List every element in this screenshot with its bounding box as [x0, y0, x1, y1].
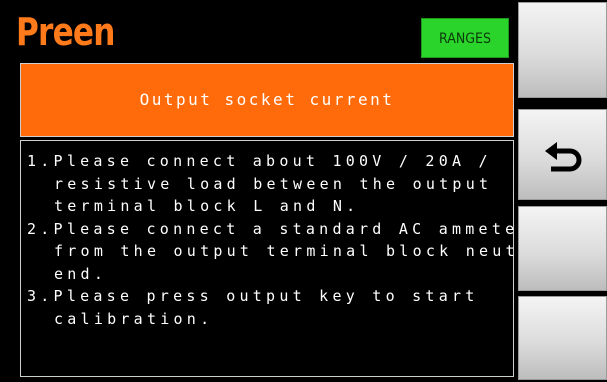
instruction-line: end. [54, 264, 108, 283]
instruction-line: terminal block L and N. [54, 197, 360, 215]
back-arrow-icon [545, 142, 582, 172]
softkey-4-button[interactable] [518, 296, 607, 380]
instruction-line: calibration. [54, 309, 214, 328]
instruction-line: 1.Please connect about 100V / 20A / 5Ω [27, 152, 545, 170]
back-button[interactable] [518, 109, 607, 200]
instruction-line: from the output terminal block neutral [54, 242, 559, 260]
softkey-column [515, 0, 607, 382]
brand-logo: Preen [16, 10, 115, 54]
ranges-button[interactable]: RANGES [421, 18, 509, 58]
instruction-line: 2.Please connect a standard AC ammeter [27, 219, 532, 238]
softkey-1-button[interactable] [518, 2, 607, 98]
instructions-box: 1.Please connect about 100V / 20A / 5Ω r… [20, 140, 559, 377]
page-title: Output socket current [20, 63, 514, 137]
instruction-line: resistive load between the output [54, 174, 493, 193]
instruction-line: 3.Please press output key to start [27, 287, 479, 305]
main-display: Preen RANGES Output socket current 1.Ple… [0, 0, 559, 382]
softkey-3-button[interactable] [518, 206, 607, 291]
